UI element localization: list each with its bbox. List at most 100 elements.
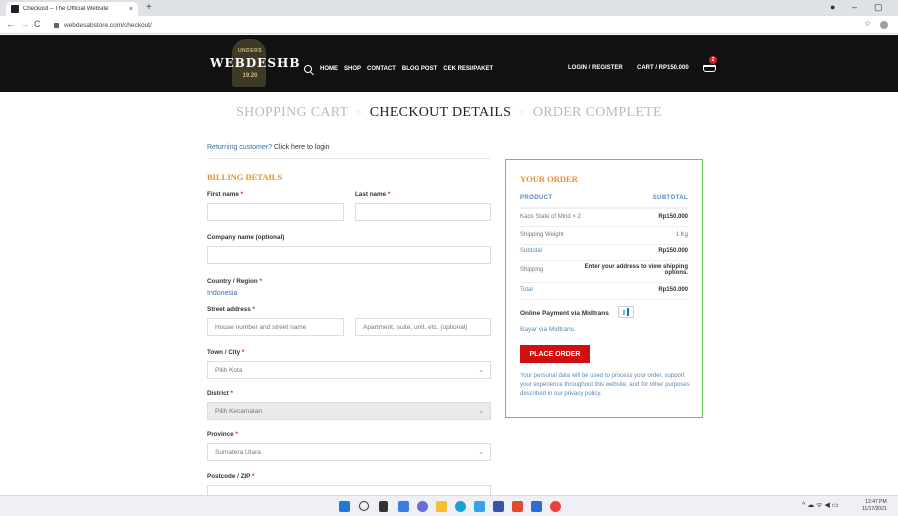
street-address-input[interactable]: House number and street name — [207, 318, 344, 336]
required-mark: * — [235, 431, 238, 438]
logo-main-text: WEBDESHB — [210, 56, 301, 70]
search-icon[interactable] — [304, 65, 312, 73]
forward-button[interactable]: → — [20, 19, 29, 29]
payment-method-label[interactable]: Online Payment via Midtrans — [520, 310, 609, 317]
step-order-complete: ORDER COMPLETE — [532, 105, 662, 120]
shipping-note: Enter your address to view shipping opti… — [584, 264, 688, 276]
first-name-label: First name * — [207, 191, 243, 198]
district-label: District * — [207, 390, 233, 397]
nav-shop[interactable]: SHOP — [344, 66, 361, 72]
cart-link[interactable]: CART / RP150.000 — [637, 65, 689, 71]
site-favicon-icon — [11, 5, 19, 13]
privacy-notice: Your personal data will be used to proce… — [520, 373, 690, 397]
payment-description: Bayar via Midtrans. — [520, 326, 576, 333]
apartment-input[interactable]: Apartment, suite, unit, etc. (optional) — [355, 318, 491, 336]
nav-cek-resi[interactable]: CEK RESI/PAKET — [443, 66, 493, 72]
first-name-input[interactable] — [207, 203, 344, 221]
bookmark-star-icon[interactable]: ☆ — [864, 19, 871, 28]
new-tab-button[interactable]: + — [146, 2, 152, 13]
maximize-button[interactable]: ▢ — [874, 2, 883, 13]
label-text: Town / City — [207, 349, 241, 356]
step-separator: > — [356, 108, 362, 119]
profile-icon[interactable]: ● — [830, 2, 835, 12]
store-icon[interactable] — [474, 501, 485, 512]
site-logo[interactable]: UNDERS WEBDESHB 19.20 — [210, 39, 301, 87]
divider — [520, 260, 688, 261]
subtotal-row: Subtotal Rp150.000 — [520, 248, 688, 254]
district-select[interactable]: Pilih Kecamatan ⌄ — [207, 402, 491, 420]
last-name-label: Last name * — [355, 191, 390, 198]
nav-home[interactable]: HOME — [320, 66, 338, 72]
divider — [520, 244, 688, 245]
required-mark: * — [240, 191, 244, 198]
country-value: Indonesia — [207, 290, 238, 297]
weight-value: 1 Kg — [675, 232, 688, 238]
task-view-icon[interactable] — [379, 501, 388, 512]
account-avatar[interactable] — [880, 21, 888, 29]
browser-tab[interactable]: Checkout – The Official Website × — [6, 2, 138, 16]
required-mark: * — [252, 473, 255, 480]
step-checkout-details[interactable]: CHECKOUT DETAILS — [370, 105, 511, 120]
required-mark: * — [259, 278, 262, 285]
tab-close-icon[interactable]: × — [129, 6, 133, 13]
town-selected: Pilih Kota — [215, 366, 243, 374]
billing-details-title: BILLING DETAILS — [207, 172, 283, 182]
company-input[interactable] — [207, 246, 491, 264]
back-button[interactable]: ← — [6, 19, 15, 29]
step-shopping-cart[interactable]: SHOPPING CART — [236, 105, 348, 120]
step-separator: > — [519, 108, 526, 119]
office-icon[interactable] — [512, 501, 523, 512]
shipping-weight-row: Shipping Weight 1 Kg — [520, 232, 688, 238]
street-address-label: Street address * — [207, 306, 255, 313]
returning-customer-text: Returning customer? — [207, 144, 272, 151]
search-icon[interactable] — [359, 501, 369, 511]
province-select[interactable]: Sumatera Utara ⌄ — [207, 443, 491, 461]
label-text: First name — [207, 191, 239, 198]
cart-count-badge: 2 — [709, 56, 717, 64]
login-register-link[interactable]: LOGIN / REGISTER — [568, 65, 623, 71]
divider — [520, 282, 688, 283]
windows-start-icon[interactable] — [339, 501, 350, 512]
chrome-icon[interactable] — [550, 501, 561, 512]
os-taskbar: ^ ☁ ᯤ ◀ ▭ 12:47 PM 11/17/2021 — [0, 495, 898, 516]
divider — [207, 158, 490, 159]
divider — [520, 226, 688, 227]
district-selected: Pilih Kecamatan — [215, 407, 262, 415]
town-label: Town / City * — [207, 349, 244, 356]
place-order-button[interactable]: PLACE ORDER — [520, 345, 590, 363]
item-name: Kaos State of Mind × 2 — [520, 214, 581, 220]
minimize-button[interactable]: – — [852, 2, 857, 12]
col-subtotal: SUBTOTAL — [652, 195, 688, 201]
logo-top-text: UNDERS — [237, 48, 263, 54]
main-nav: HOME SHOP CONTACT BLOG POST CEK RESI/PAK… — [304, 65, 493, 73]
cart-icon[interactable]: 2 — [703, 56, 717, 72]
app-icon[interactable] — [493, 501, 504, 512]
label-text: Province — [207, 431, 234, 438]
chat-icon[interactable] — [417, 501, 428, 512]
logo-sub-text: 19.20 — [242, 73, 258, 79]
postcode-input[interactable] — [207, 485, 491, 495]
site-header: UNDERS WEBDESHB 19.20 HOME SHOP CONTACT … — [0, 35, 898, 92]
last-name-input[interactable] — [355, 203, 491, 221]
system-tray-icons[interactable]: ^ ☁ ᯤ ◀ ▭ — [802, 501, 838, 510]
address-bar[interactable]: webdesabstore.com/checkout/ — [54, 19, 854, 31]
file-explorer-icon[interactable] — [436, 501, 447, 512]
subtotal-value: Rp150.000 — [658, 248, 688, 254]
checkout-steps: SHOPPING CART > CHECKOUT DETAILS > ORDER… — [0, 105, 898, 121]
browser-toolbar: ← → C webdesabstore.com/checkout/ ☆ — [0, 16, 898, 34]
clock-date: 11/17/2021 — [862, 506, 887, 512]
edge-icon[interactable] — [455, 501, 466, 512]
login-link[interactable]: Click here to login — [274, 144, 330, 151]
town-select[interactable]: Pilih Kota ⌄ — [207, 361, 491, 379]
widgets-icon[interactable] — [398, 501, 409, 512]
nav-contact[interactable]: CONTACT — [367, 66, 396, 72]
col-product: PRODUCT — [520, 195, 553, 201]
reload-button[interactable]: C — [34, 19, 41, 29]
taskbar-clock[interactable]: 12:47 PM 11/17/2021 — [862, 499, 887, 513]
company-label: Company name (optional) — [207, 234, 285, 241]
subtotal-label: Subtotal — [520, 248, 543, 254]
chevron-down-icon: ⌄ — [478, 367, 484, 374]
order-table-header: PRODUCT SUBTOTAL — [520, 195, 688, 209]
word-icon[interactable] — [531, 501, 542, 512]
nav-blog-post[interactable]: BLOG POST — [402, 66, 437, 72]
